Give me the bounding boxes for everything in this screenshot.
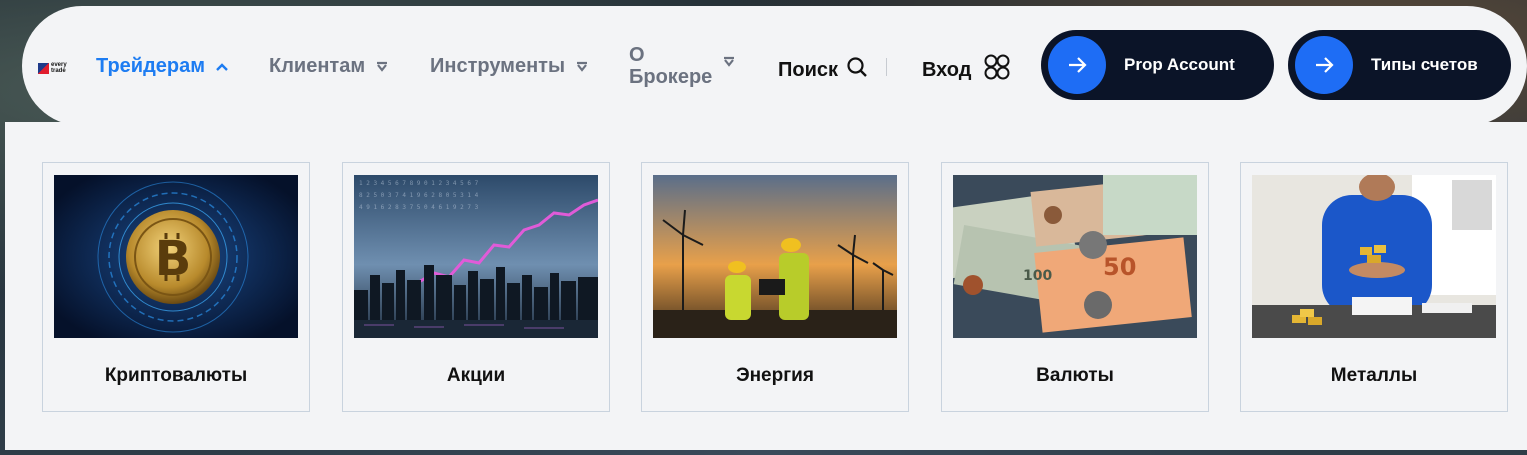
city-stocks-image: 1 2 3 4 5 6 7 8 9 0 1 2 3 4 5 6 7 8 2 5 … bbox=[354, 175, 598, 338]
banknotes-image: 50 100 bbox=[953, 175, 1197, 338]
chevron-down-icon bbox=[722, 55, 736, 69]
chevron-down-icon bbox=[575, 60, 589, 74]
category-title: Металлы bbox=[1330, 365, 1418, 386]
wind-turbines-image bbox=[653, 175, 897, 338]
svg-text:4 9 1 6 2 8 3 7 5 0 4 6 1 9 2: 4 9 1 6 2 8 3 7 5 0 4 6 1 9 2 7 3 bbox=[359, 204, 479, 211]
nav-item-instruments[interactable]: Инструменты bbox=[430, 55, 589, 78]
nav-item-label: Инструменты bbox=[430, 55, 566, 77]
category-card-metals[interactable]: Металлы bbox=[1240, 162, 1508, 412]
bitcoin-image: B bbox=[54, 175, 298, 338]
nav-item-label: Трейдерам bbox=[96, 55, 206, 77]
category-card-energy[interactable]: Энергия bbox=[641, 162, 909, 412]
chevron-up-icon bbox=[215, 60, 229, 74]
category-title: Энергия bbox=[736, 365, 814, 386]
search-label: Поиск bbox=[778, 58, 839, 81]
nav-item-clients[interactable]: Клиентам bbox=[269, 55, 389, 78]
account-types-button[interactable]: Типы счетов bbox=[1288, 30, 1511, 100]
nav-item-about-broker[interactable]: О Брокере bbox=[629, 44, 736, 88]
category-card-currencies[interactable]: 50 100 Валюты bbox=[941, 162, 1209, 412]
category-title: Валюты bbox=[1036, 365, 1114, 386]
account-types-label: Типы счетов bbox=[1371, 55, 1478, 74]
login-button[interactable]: Вход bbox=[922, 53, 1011, 87]
logo-mark-icon bbox=[38, 62, 49, 74]
apps-grid-icon bbox=[983, 53, 1011, 87]
svg-text:100: 100 bbox=[1023, 268, 1052, 284]
brand-logo[interactable]: every trade bbox=[38, 60, 78, 76]
svg-text:1 2 3 4 5 6 7 8 9 0 1 2 3 4 5: 1 2 3 4 5 6 7 8 9 0 1 2 3 4 5 6 7 bbox=[359, 180, 479, 187]
arrow-right-icon bbox=[1048, 36, 1106, 94]
svg-text:50: 50 bbox=[1103, 253, 1136, 281]
search-icon bbox=[846, 56, 868, 84]
category-card-stocks[interactable]: 1 2 3 4 5 6 7 8 9 0 1 2 3 4 5 6 7 8 2 5 … bbox=[342, 162, 610, 412]
prop-account-label: Prop Account bbox=[1124, 55, 1235, 74]
category-title: Акции bbox=[446, 365, 506, 386]
gold-bars-image bbox=[1252, 175, 1496, 338]
category-card-crypto[interactable]: B Криптовалюты bbox=[42, 162, 310, 412]
svg-text:B: B bbox=[155, 231, 192, 287]
arrow-right-icon bbox=[1295, 36, 1353, 94]
nav-item-label: Клиентам bbox=[269, 55, 366, 77]
category-title: Криптовалюты bbox=[104, 365, 248, 386]
nav-item-traders[interactable]: Трейдерам bbox=[96, 55, 229, 78]
search-button[interactable]: Поиск bbox=[778, 56, 868, 84]
nav-item-label: О Брокере bbox=[629, 44, 713, 88]
logo-text: every trade bbox=[51, 62, 67, 74]
svg-text:8 2 5 0 3 7 4 1 9 6 2 8 0 5 3: 8 2 5 0 3 7 4 1 9 6 2 8 0 5 3 1 4 bbox=[359, 192, 479, 199]
chevron-down-icon bbox=[375, 60, 389, 74]
prop-account-button[interactable]: Prop Account bbox=[1041, 30, 1274, 100]
nav-divider bbox=[886, 58, 887, 76]
login-label: Вход bbox=[922, 58, 972, 81]
